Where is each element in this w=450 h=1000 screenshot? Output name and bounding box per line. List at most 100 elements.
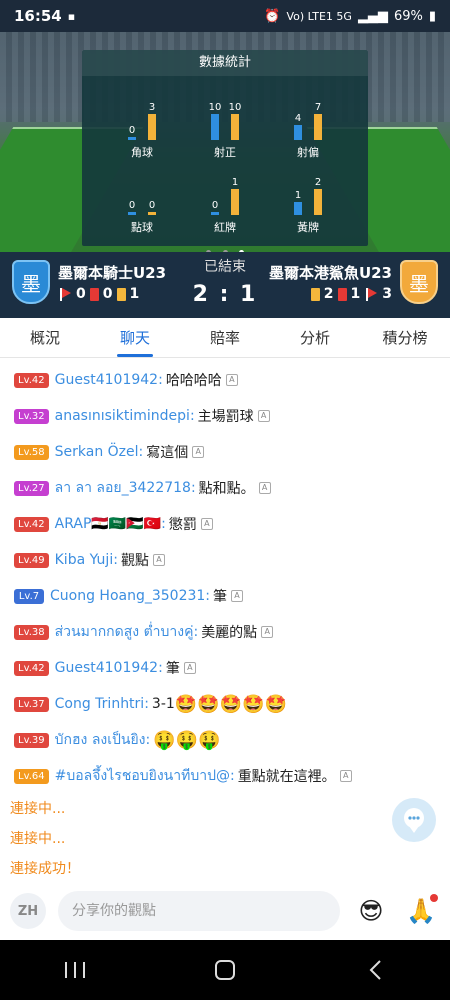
chat-username[interactable]: Guest4101942: xyxy=(55,372,163,388)
stat-item: 10 10 射正 xyxy=(185,90,265,160)
translate-icon[interactable]: A xyxy=(183,662,196,674)
chat-bubble-icon xyxy=(404,808,424,833)
home-corners: 0 xyxy=(76,286,86,302)
chat-username[interactable]: ลา ลา ลอย_3422718: xyxy=(55,477,196,499)
status-bar: 16:54 ▪ ⏰ Vo) LTE1 5G ▂▄▆ 69% ▮ xyxy=(0,0,450,32)
chat-message[interactable]: Lv.27 ลา ลา ลอย_3422718: 點和點。 A xyxy=(0,470,450,506)
chat-message[interactable]: Lv.42 Guest4101942: 筆 A xyxy=(0,650,450,686)
chat-message[interactable]: Lv.7 Cuong Hoang_350231: 筆 A xyxy=(0,578,450,614)
chat-text: 筆 xyxy=(213,589,228,605)
stadium-header[interactable]: 數據統計 0 3 角球 10 10 射正 4 7 射偏 0 0 點球 0 1 紅牌 1 2 黃牌 xyxy=(0,32,450,252)
level-badge: Lv.42 xyxy=(14,660,49,676)
language-button[interactable]: ZH xyxy=(10,893,46,929)
back-button[interactable] xyxy=(355,950,395,990)
chat-text: 3-1 xyxy=(151,696,175,712)
chat-username[interactable]: บักฮง ลงเป็นยิง: xyxy=(55,729,151,751)
chat-username[interactable]: #บอลจึ้งไรชอบยิงนาทีบาป@: xyxy=(55,765,235,787)
chat-message[interactable]: Lv.32 anasınısiktimindepi: 主場罰球 A xyxy=(0,398,450,434)
stat-item: 0 0 點球 xyxy=(102,165,182,235)
home-stat-value: 4 xyxy=(294,113,302,124)
chat-username[interactable]: Serkan Özel: xyxy=(55,444,144,460)
tab-odds[interactable]: 賠率 xyxy=(180,318,270,357)
network-indicator: Vo) LTE1 5G xyxy=(286,9,352,23)
chat-username[interactable]: anasınısiktimindepi: xyxy=(55,408,195,424)
level-badge: Lv.39 xyxy=(14,732,49,748)
away-stat-value: 0 xyxy=(148,200,156,211)
home-stat-bar xyxy=(294,125,302,140)
battery-icon: ▮ xyxy=(428,8,436,24)
level-badge: Lv.64 xyxy=(14,768,49,784)
level-badge: Lv.42 xyxy=(14,372,49,388)
alarm-icon: ⏰ xyxy=(264,8,281,24)
stats-panel: 數據統計 0 3 角球 10 10 射正 4 7 射偏 0 0 點球 0 1 紅牌 1 2 黃牌 xyxy=(82,50,368,246)
tab-chat[interactable]: 聊天 xyxy=(90,318,180,357)
home-stat-value: 1 xyxy=(294,190,302,201)
translate-icon[interactable]: A xyxy=(200,518,213,530)
chat-message[interactable]: Lv.37 Cong Trinhtri: 3-1 🤩🤩🤩🤩🤩 xyxy=(0,686,450,722)
home-stat-bar xyxy=(128,137,136,140)
level-badge: Lv.38 xyxy=(14,624,49,640)
translate-icon[interactable]: A xyxy=(192,446,205,458)
tab-overview[interactable]: 概況 xyxy=(0,318,90,357)
away-tally: 2 1 3 xyxy=(310,286,392,302)
chat-username[interactable]: Cuong Hoang_350231: xyxy=(50,588,210,604)
home-yellow-cards: 1 xyxy=(129,286,140,302)
chat-message[interactable]: Lv.39 บักฮง ลงเป็นยิง: 🤑🤑🤑 xyxy=(0,722,450,758)
chat-message[interactable]: Lv.58 Serkan Özel: 寫這個 A xyxy=(0,434,450,470)
chat-username[interactable]: Guest4101942: xyxy=(55,660,163,676)
translate-icon[interactable]: A xyxy=(231,590,244,602)
chat-message[interactable]: Lv.42 Guest4101942: 哈哈哈哈 A xyxy=(0,362,450,398)
chat-text: 寫這個 xyxy=(146,445,189,461)
away-team-name[interactable]: 墨爾本港鯊魚U23 xyxy=(269,262,392,283)
home-stat-bar xyxy=(211,212,219,215)
stat-label: 射正 xyxy=(214,146,236,159)
chat-username[interactable]: ส่วนมากกดสูง ต่ำบางคู่: xyxy=(55,621,199,643)
chat-message[interactable]: Lv.42 ARAP🇪🇬🇸🇦🇯🇴🇹🇷: 懲罰 A xyxy=(0,506,450,542)
chat-username[interactable]: ARAP🇪🇬🇸🇦🇯🇴🇹🇷: xyxy=(55,516,166,532)
translate-icon[interactable]: A xyxy=(225,374,238,386)
chat-message[interactable]: Lv.49 Kiba Yuji: 觀點 A xyxy=(0,542,450,578)
translate-icon[interactable]: A xyxy=(339,770,352,782)
system-nav-bar xyxy=(0,940,450,1000)
away-stat-value: 7 xyxy=(314,102,322,113)
translate-icon[interactable]: A xyxy=(261,626,274,638)
away-corners: 3 xyxy=(382,286,392,302)
chat-bubble-button[interactable] xyxy=(392,798,436,842)
back-icon xyxy=(369,960,381,980)
carousel-dots[interactable] xyxy=(0,240,450,252)
tab-standings[interactable]: 積分榜 xyxy=(360,318,450,357)
chat-input[interactable]: 分享你的觀點 xyxy=(58,891,340,931)
translate-icon[interactable]: A xyxy=(257,410,270,422)
stats-title: 數據統計 xyxy=(82,50,368,76)
tab-analysis[interactable]: 分析 xyxy=(270,318,360,357)
level-badge: Lv.58 xyxy=(14,444,49,460)
chat-message[interactable]: Lv.38 ส่วนมากกดสูง ต่ำบางคู่: 美麗的點 A xyxy=(0,614,450,650)
away-stat-bar xyxy=(314,114,322,140)
chat-text: 觀點 xyxy=(120,553,149,569)
home-red-cards: 0 xyxy=(102,286,113,302)
away-team-badge[interactable]: 墨 xyxy=(400,260,438,304)
chat-text: 重點就在這裡。 xyxy=(237,769,336,785)
gift-button[interactable]: 🙏 xyxy=(402,892,440,930)
chat-message[interactable]: Lv.64 #บอลจึ้งไรชอบยิงนาทีบาป@: 重點就在這裡。 A xyxy=(0,758,450,794)
stat-item: 1 2 黃牌 xyxy=(268,165,348,235)
recent-apps-icon xyxy=(65,962,85,978)
system-message: 連接中... xyxy=(10,801,66,817)
recent-apps-button[interactable] xyxy=(55,950,95,990)
away-stat-bar xyxy=(231,189,239,215)
chat-text: 懲罰 xyxy=(168,517,197,533)
chat-feed[interactable]: Lv.42 Guest4101942: 哈哈哈哈 A Lv.32 anasınısikti… xyxy=(0,362,450,882)
translate-icon[interactable]: A xyxy=(152,554,165,566)
chat-emojis: 🤩🤩🤩🤩🤩 xyxy=(174,693,287,715)
emoji-button[interactable]: 😎 xyxy=(352,892,390,930)
away-stat-bar xyxy=(148,114,156,140)
chat-emojis: 🤑🤑🤑 xyxy=(153,729,221,751)
away-stat-bar xyxy=(231,114,239,140)
chat-username[interactable]: Cong Trinhtri: xyxy=(55,696,149,712)
notification-icon: ▪ xyxy=(67,9,76,23)
stat-label: 點球 xyxy=(131,221,153,234)
chat-username[interactable]: Kiba Yuji: xyxy=(55,552,118,568)
away-stat-value: 10 xyxy=(228,102,242,113)
home-button[interactable] xyxy=(205,950,245,990)
translate-icon[interactable]: A xyxy=(258,482,271,494)
